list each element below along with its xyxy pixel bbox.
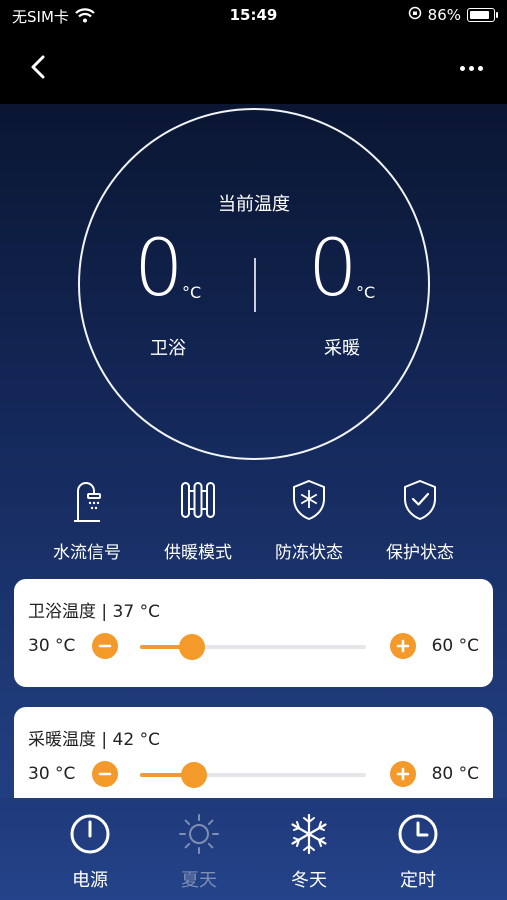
indicator-label: 防冻状态 — [275, 543, 343, 563]
sun-icon — [149, 812, 249, 856]
status-indicators: 水流信号 供暖模式 防冻状态 保护状态 — [0, 476, 507, 566]
bath-temp-value: 0 — [134, 224, 184, 314]
minus-icon — [98, 644, 112, 648]
plus-icon — [396, 639, 410, 653]
tab-label: 夏天 — [181, 870, 217, 891]
status-bar: 无SIM卡 15:49 86% — [0, 0, 507, 32]
card-min-label: 30 °C — [28, 764, 76, 784]
card-title: 卫浴温度 | 37 °C — [28, 602, 160, 622]
slider-thumb[interactable] — [181, 762, 208, 788]
battery-fill — [470, 11, 489, 19]
decrease-button[interactable] — [92, 633, 118, 659]
tab-summer[interactable]: 夏天 — [149, 812, 249, 892]
bath-temp-card: 卫浴温度 | 37 °C 30 °C 60 °C — [14, 579, 493, 687]
battery-icon — [467, 8, 498, 22]
snowflake-shield-icon — [254, 476, 364, 524]
power-icon — [40, 812, 140, 856]
bottom-tab-bar: 电源 夏天 冬天 定时 — [0, 798, 507, 900]
increase-button[interactable] — [390, 633, 416, 659]
more-button[interactable] — [451, 48, 491, 88]
more-dot — [468, 65, 474, 71]
radiator-icon — [143, 476, 253, 524]
status-right: 86% — [408, 6, 498, 24]
chevron-left-icon — [31, 55, 45, 79]
indicator-heating-mode: 供暖模式 — [143, 476, 253, 563]
heating-temp-slider[interactable] — [140, 762, 366, 788]
check-shield-icon — [365, 476, 475, 524]
tab-label: 电源 — [72, 870, 108, 891]
tab-winter[interactable]: 冬天 — [259, 812, 359, 892]
dial-divider — [254, 258, 256, 312]
back-button[interactable] — [20, 48, 60, 88]
battery-percent: 86% — [427, 6, 461, 24]
bath-reading: 0 °C — [134, 230, 201, 308]
orientation-lock-icon — [408, 6, 422, 24]
shower-icon — [32, 476, 142, 524]
nav-bar — [0, 32, 507, 104]
bath-temp-slider[interactable] — [140, 634, 366, 660]
heating-temp-unit: °C — [356, 283, 376, 302]
tab-label: 冬天 — [291, 870, 327, 891]
plus-icon — [396, 767, 410, 781]
tab-power[interactable]: 电源 — [40, 812, 140, 892]
indicator-label: 水流信号 — [53, 543, 121, 563]
slider-thumb[interactable] — [178, 634, 205, 660]
tab-timer[interactable]: 定时 — [368, 812, 468, 892]
decrease-button[interactable] — [92, 761, 118, 787]
snowflake-icon — [259, 812, 359, 856]
card-title: 采暖温度 | 42 °C — [28, 730, 160, 750]
increase-button[interactable] — [390, 761, 416, 787]
more-dot — [459, 65, 465, 71]
indicator-water-flow: 水流信号 — [32, 476, 142, 563]
main-panel: 当前温度 0 °C 0 °C 卫浴 采暖 水流信号 供暖模式 防冻状态 保护状态… — [0, 104, 507, 900]
card-max-label: 80 °C — [431, 764, 479, 784]
heating-temp-value: 0 — [308, 224, 358, 314]
indicator-label: 供暖模式 — [164, 543, 232, 563]
minus-icon — [98, 772, 112, 776]
clock-icon — [368, 812, 468, 856]
indicator-protection: 保护状态 — [365, 476, 475, 563]
heating-reading: 0 °C — [308, 230, 375, 308]
bath-temp-unit: °C — [182, 283, 202, 302]
dial-title: 当前温度 — [218, 194, 290, 215]
temperature-dial: 当前温度 0 °C 0 °C 卫浴 采暖 — [78, 108, 430, 460]
tab-label: 定时 — [400, 870, 436, 891]
card-min-label: 30 °C — [28, 636, 76, 656]
bath-label: 卫浴 — [150, 338, 186, 359]
indicator-label: 保护状态 — [386, 543, 454, 563]
more-dot — [477, 65, 483, 71]
heating-label: 采暖 — [324, 338, 360, 359]
indicator-antifreeze: 防冻状态 — [254, 476, 364, 563]
card-max-label: 60 °C — [431, 636, 479, 656]
